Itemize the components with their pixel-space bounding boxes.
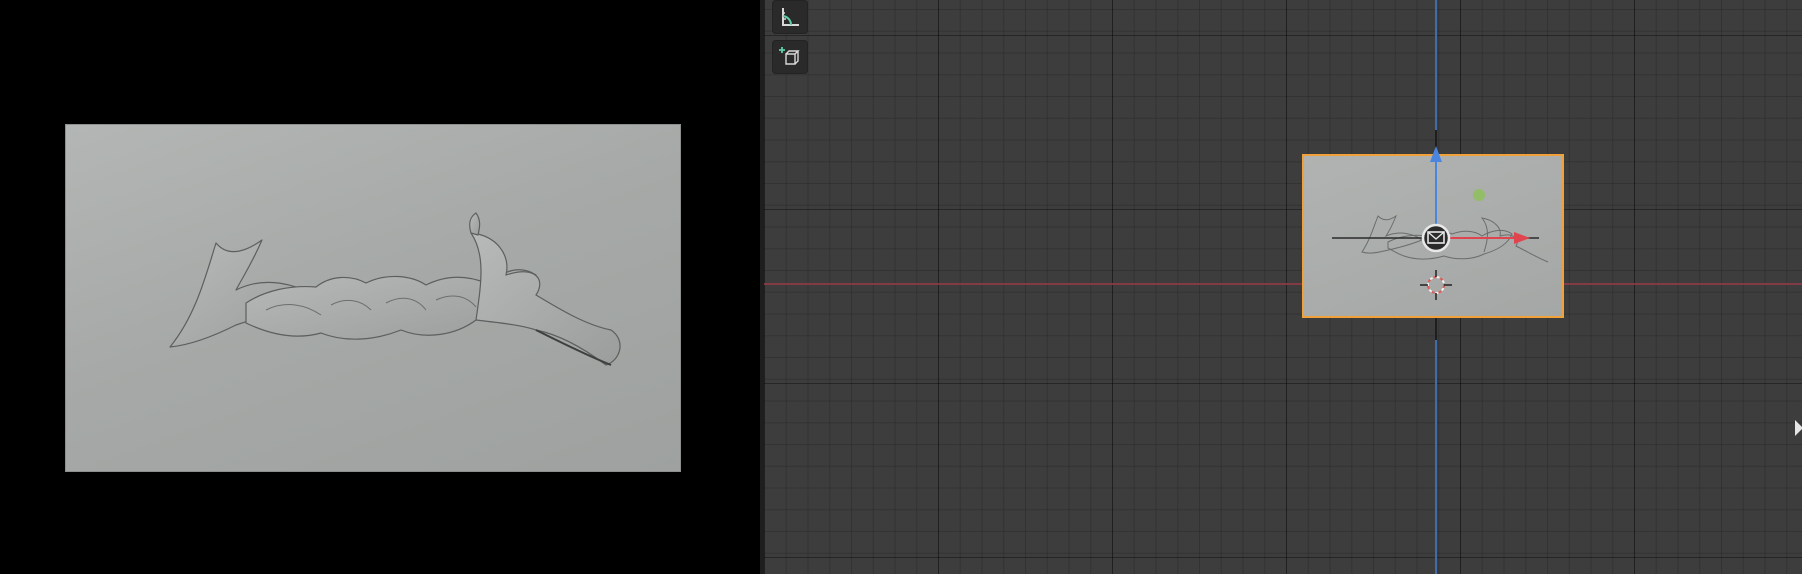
mouse-cursor-icon	[1795, 420, 1802, 436]
graffiti-artwork-icon	[169, 212, 621, 366]
add-cube-button[interactable]	[772, 40, 808, 74]
selected-plane-object[interactable]	[1302, 154, 1564, 318]
add-cube-icon	[779, 47, 800, 65]
graffiti-artwork-icon	[1361, 214, 1549, 263]
render-preview-area	[0, 0, 760, 574]
measure-tool-icon	[782, 8, 799, 26]
measure-tool-button[interactable]	[772, 0, 808, 34]
3d-viewport[interactable]	[764, 0, 1802, 574]
render-relief-panel	[66, 125, 680, 471]
x-axis-line	[764, 283, 1802, 285]
